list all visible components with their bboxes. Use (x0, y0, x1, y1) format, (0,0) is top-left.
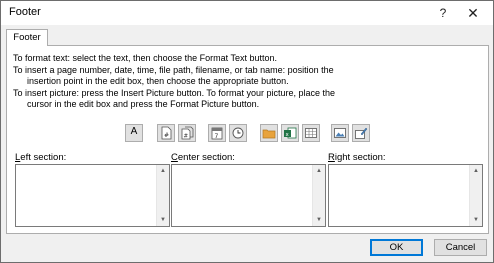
title-bar: Footer ? ✕ (1, 1, 493, 25)
center-section-editbox[interactable]: ▲ ▼ (171, 164, 326, 227)
left-section-scrollbar[interactable]: ▲ ▼ (156, 165, 169, 226)
svg-text:7: 7 (215, 133, 219, 140)
insert-time-icon (232, 127, 244, 139)
tab-footer[interactable]: Footer (6, 29, 48, 46)
instruction-line: To insert a page number, date, time, fil… (13, 64, 334, 75)
insert-date-icon: 7 (211, 127, 223, 140)
insert-sheet-name-icon (305, 128, 317, 138)
insert-page-number-button[interactable]: # (157, 124, 175, 142)
format-picture-button[interactable] (352, 124, 370, 142)
instruction-line: cursor in the edit box and press the For… (27, 99, 260, 110)
scroll-down-icon[interactable]: ▼ (470, 215, 482, 225)
right-section-scrollbar[interactable]: ▲ ▼ (469, 165, 482, 226)
insert-file-path-icon (262, 129, 276, 139)
instructions: To format text: select the text, then ch… (13, 53, 483, 111)
left-section-label: Left section: (15, 152, 67, 163)
insert-sheet-name-button[interactable] (302, 124, 320, 142)
insert-picture-icon (334, 128, 346, 138)
right-section-label: Right section: (328, 152, 386, 163)
scroll-up-icon[interactable]: ▲ (470, 166, 482, 176)
insert-time-button[interactable] (229, 124, 247, 142)
format-text-icon: A (130, 126, 138, 137)
insert-date-button[interactable]: 7 (208, 124, 226, 142)
left-section-editbox[interactable]: ▲ ▼ (15, 164, 170, 227)
help-button[interactable]: ? (431, 3, 455, 23)
svg-text:#: # (184, 134, 189, 140)
dialog-title: Footer (9, 6, 41, 18)
instruction-line: To format text: select the text, then ch… (13, 53, 277, 63)
instruction-line: To insert picture: press the Insert Pict… (13, 87, 335, 98)
insert-number-of-pages-icon: # (181, 126, 194, 140)
instruction-line: insertion point in the edit box, then ch… (27, 76, 289, 87)
scroll-up-icon[interactable]: ▲ (313, 166, 325, 176)
ok-button[interactable]: OK (370, 239, 423, 256)
footer-panel: To format text: select the text, then ch… (6, 45, 489, 234)
right-section-editbox[interactable]: ▲ ▼ (328, 164, 483, 227)
footer-dialog: Footer ? ✕ Footer To format text: select… (0, 0, 494, 263)
center-section-label: Center section: (171, 152, 235, 163)
insert-picture-button[interactable] (331, 124, 349, 142)
format-text-button[interactable]: A (125, 124, 143, 142)
insert-file-path-button[interactable] (260, 124, 278, 142)
format-picture-icon (355, 127, 368, 139)
scroll-up-icon[interactable]: ▲ (157, 166, 169, 176)
insert-page-number-icon: # (161, 126, 172, 140)
insert-file-name-icon: x (284, 127, 297, 139)
scroll-down-icon[interactable]: ▼ (157, 215, 169, 225)
insert-file-name-button[interactable]: x (281, 124, 299, 142)
cancel-button[interactable]: Cancel (434, 239, 487, 256)
svg-text:#: # (164, 132, 169, 139)
scroll-down-icon[interactable]: ▼ (313, 215, 325, 225)
insert-number-of-pages-button[interactable]: # (178, 124, 196, 142)
close-button[interactable]: ✕ (461, 3, 485, 23)
center-section-scrollbar[interactable]: ▲ ▼ (312, 165, 325, 226)
